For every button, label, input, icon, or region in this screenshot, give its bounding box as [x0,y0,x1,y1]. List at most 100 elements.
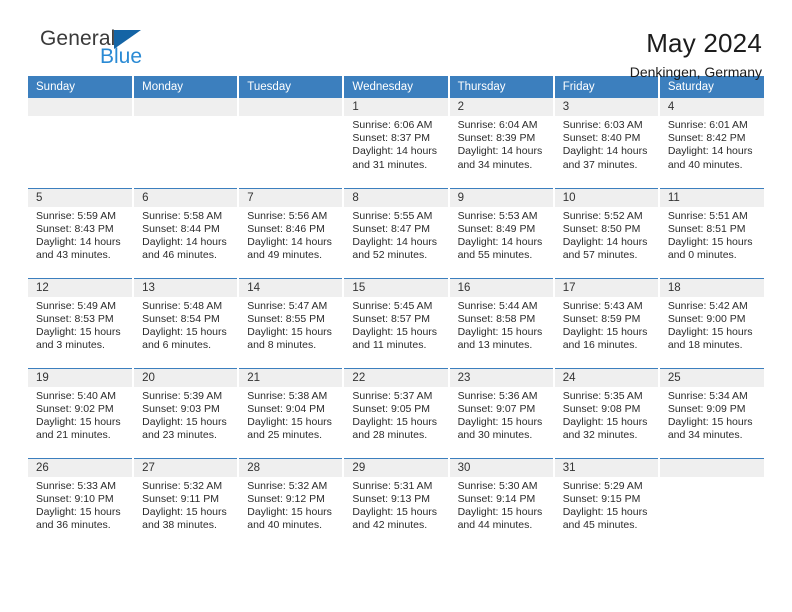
daylight-text-line2: and 44 minutes. [457,519,533,532]
calendar-day-cell[interactable]: 10 Sunrise: 5:52 AM Sunset: 8:50 PM Dayligh… [553,187,660,278]
daylight-text-line1: Daylight: 15 hours [562,325,648,338]
day-cell-content [239,98,343,188]
calendar-day-cell[interactable]: 3 Sunrise: 6:03 AM Sunset: 8:40 PM Daylight… [553,98,660,188]
day-number: 22 [344,368,448,387]
calendar-day-cell[interactable]: 30 Sunrise: 5:30 AM Sunset: 9:14 PM Dayligh… [448,457,555,548]
sun-times: Sunrise: 5:49 AM Sunset: 8:53 PM Daylight:… [28,297,132,353]
day-cell-content: 8 Sunrise: 5:55 AM Sunset: 8:47 PM Daylight… [344,188,448,278]
calendar-day-cell[interactable]: 17 Sunrise: 5:43 AM Sunset: 8:59 PM Dayligh… [553,277,660,368]
calendar-day-cell[interactable]: 26 Sunrise: 5:33 AM Sunset: 9:10 PM Dayligh… [28,457,135,548]
daylight-text-line1: Daylight: 15 hours [247,505,332,518]
sunrise-text: Sunrise: 5:35 AM [562,389,643,402]
calendar-day-cell[interactable]: 14 Sunrise: 5:47 AM Sunset: 8:55 PM Dayligh… [238,277,345,368]
day-number: 30 [449,458,553,477]
sunset-text: Sunset: 8:37 PM [352,132,431,145]
weekday-header-tuesday: Tuesday [238,76,345,98]
calendar-day-cell[interactable]: 18 Sunrise: 5:42 AM Sunset: 9:00 PM Dayligh… [658,277,764,368]
sunrise-text: Sunrise: 5:45 AM [352,299,433,312]
sunset-text: Sunset: 8:59 PM [562,312,641,325]
calendar-day-cell[interactable]: 7 Sunrise: 5:56 AM Sunset: 8:46 PM Daylight… [238,187,345,278]
sunset-text: Sunset: 8:39 PM [457,132,536,145]
sun-times: Sunrise: 5:53 AM Sunset: 8:49 PM Daylight:… [450,207,553,263]
sun-times: Sunrise: 5:45 AM Sunset: 8:57 PM Daylight:… [344,297,447,353]
calendar-day-cell[interactable]: 31 Sunrise: 5:29 AM Sunset: 9:15 PM Dayligh… [553,457,660,548]
sunrise-text: Sunrise: 5:47 AM [247,299,328,312]
day-number: 9 [449,188,553,207]
calendar-day-cell[interactable]: 5 Sunrise: 5:59 AM Sunset: 8:43 PM Daylight… [28,187,135,278]
day-number: 4 [659,98,764,116]
calendar-day-cell[interactable]: 27 Sunrise: 5:32 AM Sunset: 9:11 PM Dayligh… [133,457,240,548]
daylight-text-line1: Daylight: 15 hours [142,415,227,428]
day-number: 14 [239,278,343,297]
day-number: 27 [134,458,238,477]
sunrise-text: Sunrise: 5:38 AM [247,389,328,402]
calendar-day-cell[interactable]: 12 Sunrise: 5:49 AM Sunset: 8:53 PM Dayligh… [28,277,135,368]
daylight-text-line1: Daylight: 15 hours [562,415,648,428]
calendar-day-cell[interactable]: 19 Sunrise: 5:40 AM Sunset: 9:02 PM Dayligh… [28,367,135,458]
sun-times: Sunrise: 5:39 AM Sunset: 9:03 PM Daylight:… [134,387,237,443]
calendar-day-cell[interactable]: 1 Sunrise: 6:06 AM Sunset: 8:37 PM Daylight… [343,98,450,188]
calendar-day-cell[interactable]: 2 Sunrise: 6:04 AM Sunset: 8:39 PM Daylight… [448,98,555,188]
calendar-day-cell[interactable]: 29 Sunrise: 5:31 AM Sunset: 9:13 PM Dayligh… [343,457,450,549]
day-number: 3 [554,98,658,116]
calendar-day-cell[interactable] [238,98,345,188]
sunrise-text: Sunrise: 5:48 AM [142,299,223,312]
day-number: 15 [344,278,448,297]
sunrise-text: Sunrise: 6:06 AM [352,119,433,131]
calendar-day-cell[interactable]: 11 Sunrise: 5:51 AM Sunset: 8:51 PM Dayligh… [658,187,764,278]
daylight-text-line1: Daylight: 14 hours [247,235,332,248]
weekday-header-wednesday: Wednesday [343,76,450,98]
day-cell-content: 11 Sunrise: 5:51 AM Sunset: 8:51 PM Dayligh… [659,188,764,278]
calendar-day-cell[interactable]: 21 Sunrise: 5:38 AM Sunset: 9:04 PM Dayligh… [238,367,345,458]
sunset-text: Sunset: 8:42 PM [667,132,746,145]
day-number: 13 [134,278,238,297]
sun-times: Sunrise: 5:47 AM Sunset: 8:55 PM Daylight:… [239,297,342,353]
sunset-text: Sunset: 8:53 PM [36,312,114,325]
calendar-day-cell[interactable]: 20 Sunrise: 5:39 AM Sunset: 9:03 PM Dayligh… [133,367,240,458]
calendar-week-row: 5 Sunrise: 5:59 AM Sunset: 8:43 PM Daylight… [28,187,764,278]
sunrise-text: Sunrise: 5:56 AM [247,209,328,222]
daylight-text-line2: and 40 minutes. [667,158,743,171]
calendar-day-cell[interactable]: 4 Sunrise: 6:01 AM Sunset: 8:42 PM Daylight… [659,98,764,188]
daylight-text-line1: Daylight: 15 hours [457,325,543,338]
sunset-text: Sunset: 8:58 PM [457,312,536,325]
sunrise-text: Sunrise: 5:43 AM [562,299,643,312]
sun-times: Sunrise: 5:44 AM Sunset: 8:58 PM Daylight:… [450,297,553,353]
day-number [659,458,764,477]
calendar-day-cell[interactable]: 24 Sunrise: 5:35 AM Sunset: 9:08 PM Dayligh… [553,367,660,458]
day-number: 6 [134,188,238,207]
sunrise-text: Sunrise: 5:34 AM [667,389,748,402]
calendar-day-cell[interactable] [658,457,764,548]
daylight-text-line1: Daylight: 15 hours [247,325,332,338]
daylight-text-line2: and 52 minutes. [352,249,428,262]
calendar-day-cell[interactable] [28,98,135,188]
sun-times: Sunrise: 5:56 AM Sunset: 8:46 PM Daylight:… [239,207,342,263]
sun-times: Sunrise: 5:55 AM Sunset: 8:47 PM Daylight:… [344,207,447,263]
calendar-day-cell[interactable] [133,98,240,188]
brand-logo[interactable]: General Blue [28,28,208,78]
calendar-day-cell[interactable]: 15 Sunrise: 5:45 AM Sunset: 8:57 PM Dayligh… [343,277,450,368]
day-cell-content: 29 Sunrise: 5:31 AM Sunset: 9:13 PM Dayligh… [344,458,448,549]
calendar-day-cell[interactable]: 28 Sunrise: 5:32 AM Sunset: 9:12 PM Dayligh… [238,457,345,548]
weekday-header-thursday: Thursday [448,76,555,98]
calendar-day-cell[interactable]: 9 Sunrise: 5:53 AM Sunset: 8:49 PM Daylight… [448,187,555,278]
sun-times: Sunrise: 5:37 AM Sunset: 9:05 PM Daylight:… [344,387,447,443]
calendar-day-cell[interactable]: 6 Sunrise: 5:58 AM Sunset: 8:44 PM Daylight… [133,187,240,278]
sunset-text: Sunset: 8:51 PM [667,222,746,235]
calendar-day-cell[interactable]: 22 Sunrise: 5:37 AM Sunset: 9:05 PM Dayligh… [343,367,450,458]
sun-times: Sunrise: 6:01 AM Sunset: 8:42 PM Daylight:… [660,116,764,172]
calendar-day-cell[interactable]: 25 Sunrise: 5:34 AM Sunset: 9:09 PM Dayligh… [658,367,764,458]
daylight-text-line2: and 25 minutes. [247,429,322,442]
daylight-text-line1: Daylight: 15 hours [457,505,543,518]
sunset-text: Sunset: 9:14 PM [457,492,536,505]
sun-times: Sunrise: 5:58 AM Sunset: 8:44 PM Daylight:… [134,207,237,263]
calendar-day-cell[interactable]: 8 Sunrise: 5:55 AM Sunset: 8:47 PM Daylight… [343,187,450,278]
calendar-day-cell[interactable]: 23 Sunrise: 5:36 AM Sunset: 9:07 PM Dayligh… [448,367,555,458]
daylight-text-line2: and 38 minutes. [142,519,217,532]
calendar-week-row: 19 Sunrise: 5:40 AM Sunset: 9:02 PM Dayligh… [28,367,764,458]
day-cell-content: 17 Sunrise: 5:43 AM Sunset: 8:59 PM Dayligh… [554,278,658,368]
calendar-day-cell[interactable]: 13 Sunrise: 5:48 AM Sunset: 8:54 PM Dayligh… [133,277,240,368]
calendar-day-cell[interactable]: 16 Sunrise: 5:44 AM Sunset: 8:58 PM Dayligh… [448,277,555,368]
sunrise-text: Sunrise: 5:40 AM [36,389,116,402]
weekday-header-sunday: Sunday [28,76,135,98]
